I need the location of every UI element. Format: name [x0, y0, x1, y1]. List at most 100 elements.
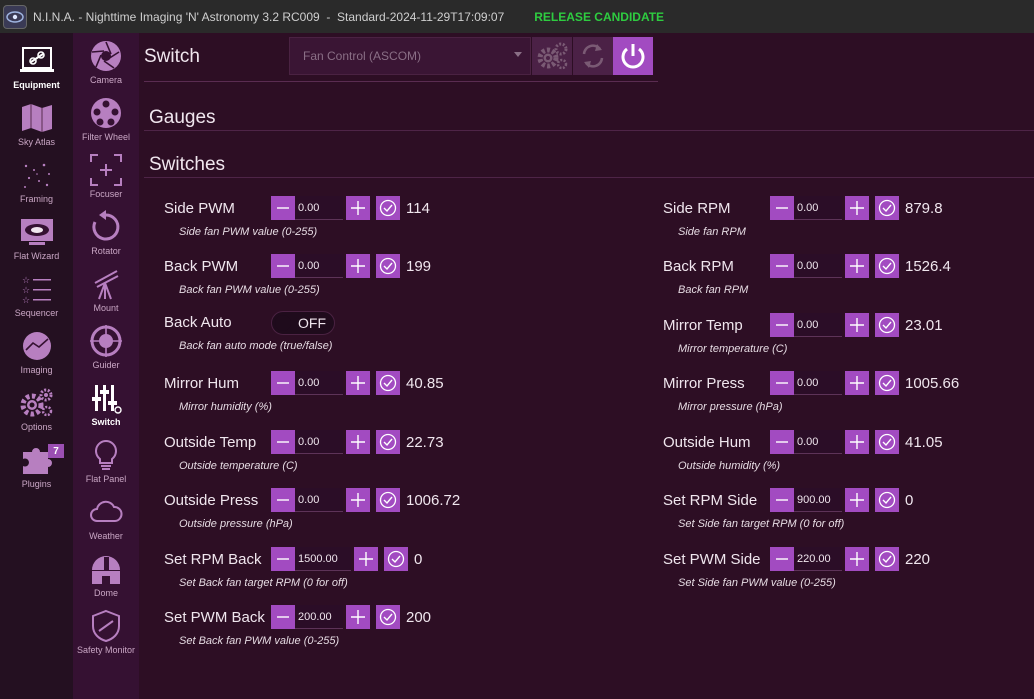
increment-button[interactable] — [354, 547, 378, 571]
nav-camera[interactable]: Camera — [73, 38, 139, 85]
switch-name: Set PWM Back — [164, 609, 265, 626]
increment-button[interactable] — [346, 430, 370, 454]
check-circle-icon — [878, 374, 896, 392]
nav-weather[interactable]: Weather — [73, 494, 139, 541]
apply-button[interactable] — [376, 430, 400, 454]
increment-button[interactable] — [346, 371, 370, 395]
equipment-icon — [19, 43, 55, 79]
value-input[interactable]: 220.00 — [794, 547, 842, 571]
decrement-button[interactable] — [271, 605, 295, 629]
switch-control: 900.00 0 — [770, 488, 913, 512]
increment-button[interactable] — [845, 430, 869, 454]
value-input[interactable]: 0.00 — [295, 430, 343, 454]
check-circle-icon — [878, 257, 896, 275]
value-input[interactable]: 0.00 — [794, 196, 842, 220]
apply-button[interactable] — [875, 196, 899, 220]
nav-switch[interactable]: Switch — [73, 380, 139, 427]
decrement-button[interactable] — [770, 254, 794, 278]
apply-button[interactable] — [875, 313, 899, 337]
svg-text:☆: ☆ — [22, 276, 30, 286]
rotator-icon — [88, 209, 124, 245]
nav-sky-atlas[interactable]: Sky Atlas — [0, 100, 73, 147]
value-input[interactable]: 0.00 — [295, 254, 343, 278]
increment-button[interactable] — [845, 488, 869, 512]
value-input[interactable]: 0.00 — [295, 371, 343, 395]
value-input[interactable]: 200.00 — [295, 605, 343, 629]
apply-button[interactable] — [376, 196, 400, 220]
minus-icon — [776, 265, 788, 267]
increment-button[interactable] — [845, 313, 869, 337]
value-input[interactable]: 0.00 — [295, 488, 343, 512]
increment-button[interactable] — [845, 371, 869, 395]
value-input[interactable]: 0.00 — [295, 196, 343, 220]
increment-button[interactable] — [845, 196, 869, 220]
decrement-button[interactable] — [271, 547, 295, 571]
value-input[interactable]: 0.00 — [794, 313, 842, 337]
refresh-button[interactable] — [573, 37, 613, 75]
apply-button[interactable] — [376, 488, 400, 512]
nav-plugins[interactable]: Plugins 7 — [0, 442, 73, 489]
decrement-button[interactable] — [770, 196, 794, 220]
decrement-button[interactable] — [271, 430, 295, 454]
decrement-button[interactable] — [271, 371, 295, 395]
value-input[interactable]: 1500.00 — [295, 547, 351, 571]
nav-flat-panel[interactable]: Flat Panel — [73, 437, 139, 484]
decrement-button[interactable] — [770, 371, 794, 395]
apply-button[interactable] — [875, 488, 899, 512]
decrement-button[interactable] — [271, 254, 295, 278]
nav-flat-wizard[interactable]: Flat Wizard — [0, 214, 73, 261]
nav-sequencer[interactable]: ☆ ☆ ☆ Sequencer — [0, 271, 73, 318]
nav-dome[interactable]: Dome — [73, 551, 139, 598]
switch-control: 220.00 220 — [770, 547, 930, 571]
apply-button[interactable] — [875, 430, 899, 454]
device-select[interactable]: Fan Control (ASCOM) — [289, 37, 531, 75]
decrement-button[interactable] — [770, 547, 794, 571]
nav-focuser[interactable]: Focuser — [73, 152, 139, 199]
value-input[interactable]: 0.00 — [794, 430, 842, 454]
nav-safety-monitor[interactable]: Safety Monitor — [73, 608, 139, 655]
decrement-button[interactable] — [271, 196, 295, 220]
value-input[interactable]: 0.00 — [794, 371, 842, 395]
window-title: N.I.N.A. - Nighttime Imaging 'N' Astrono… — [33, 9, 505, 24]
decrement-button[interactable] — [770, 313, 794, 337]
switch-row: Mirror Temp Mirror temperature (C) 0.00 23.… — [663, 313, 1034, 367]
apply-button[interactable] — [384, 547, 408, 571]
increment-button[interactable] — [845, 547, 869, 571]
app-logo-icon — [3, 4, 27, 29]
switch-toggle[interactable]: OFF — [271, 311, 335, 335]
apply-button[interactable] — [875, 547, 899, 571]
nav-framing[interactable]: Framing — [0, 157, 73, 204]
filter-wheel-icon — [88, 95, 124, 131]
switch-description: Outside pressure (hPa) — [179, 518, 293, 530]
decrement-button[interactable] — [271, 488, 295, 512]
connect-power-button[interactable] — [613, 37, 653, 75]
nav-mount[interactable]: Mount — [73, 266, 139, 313]
apply-button[interactable] — [376, 254, 400, 278]
decrement-button[interactable] — [770, 488, 794, 512]
value-input[interactable]: 0.00 — [794, 254, 842, 278]
nav-rotator[interactable]: Rotator — [73, 209, 139, 256]
device-settings-button[interactable] — [532, 37, 572, 75]
switch-name: Outside Hum — [663, 434, 751, 451]
switch-row: Outside Press Outside pressure (hPa) 0.00 1… — [164, 488, 604, 542]
apply-button[interactable] — [875, 371, 899, 395]
increment-button[interactable] — [346, 488, 370, 512]
increment-button[interactable] — [346, 254, 370, 278]
nav-guider[interactable]: Guider — [73, 323, 139, 370]
switch-description: Back fan PWM value (0-255) — [179, 284, 320, 296]
apply-button[interactable] — [376, 371, 400, 395]
apply-button[interactable] — [875, 254, 899, 278]
increment-button[interactable] — [845, 254, 869, 278]
nav-options[interactable]: Options — [0, 385, 73, 432]
value-input[interactable]: 900.00 — [794, 488, 842, 512]
nav-equipment[interactable]: Equipment — [0, 43, 73, 90]
increment-button[interactable] — [346, 196, 370, 220]
switch-control: 0.00 22.73 — [271, 430, 444, 454]
minus-icon — [277, 499, 289, 501]
increment-button[interactable] — [346, 605, 370, 629]
nav-filter-wheel[interactable]: Filter Wheel — [73, 95, 139, 142]
nav-imaging[interactable]: Imaging — [0, 328, 73, 375]
decrement-button[interactable] — [770, 430, 794, 454]
switch-control: 0.00 199 — [271, 254, 431, 278]
apply-button[interactable] — [376, 605, 400, 629]
